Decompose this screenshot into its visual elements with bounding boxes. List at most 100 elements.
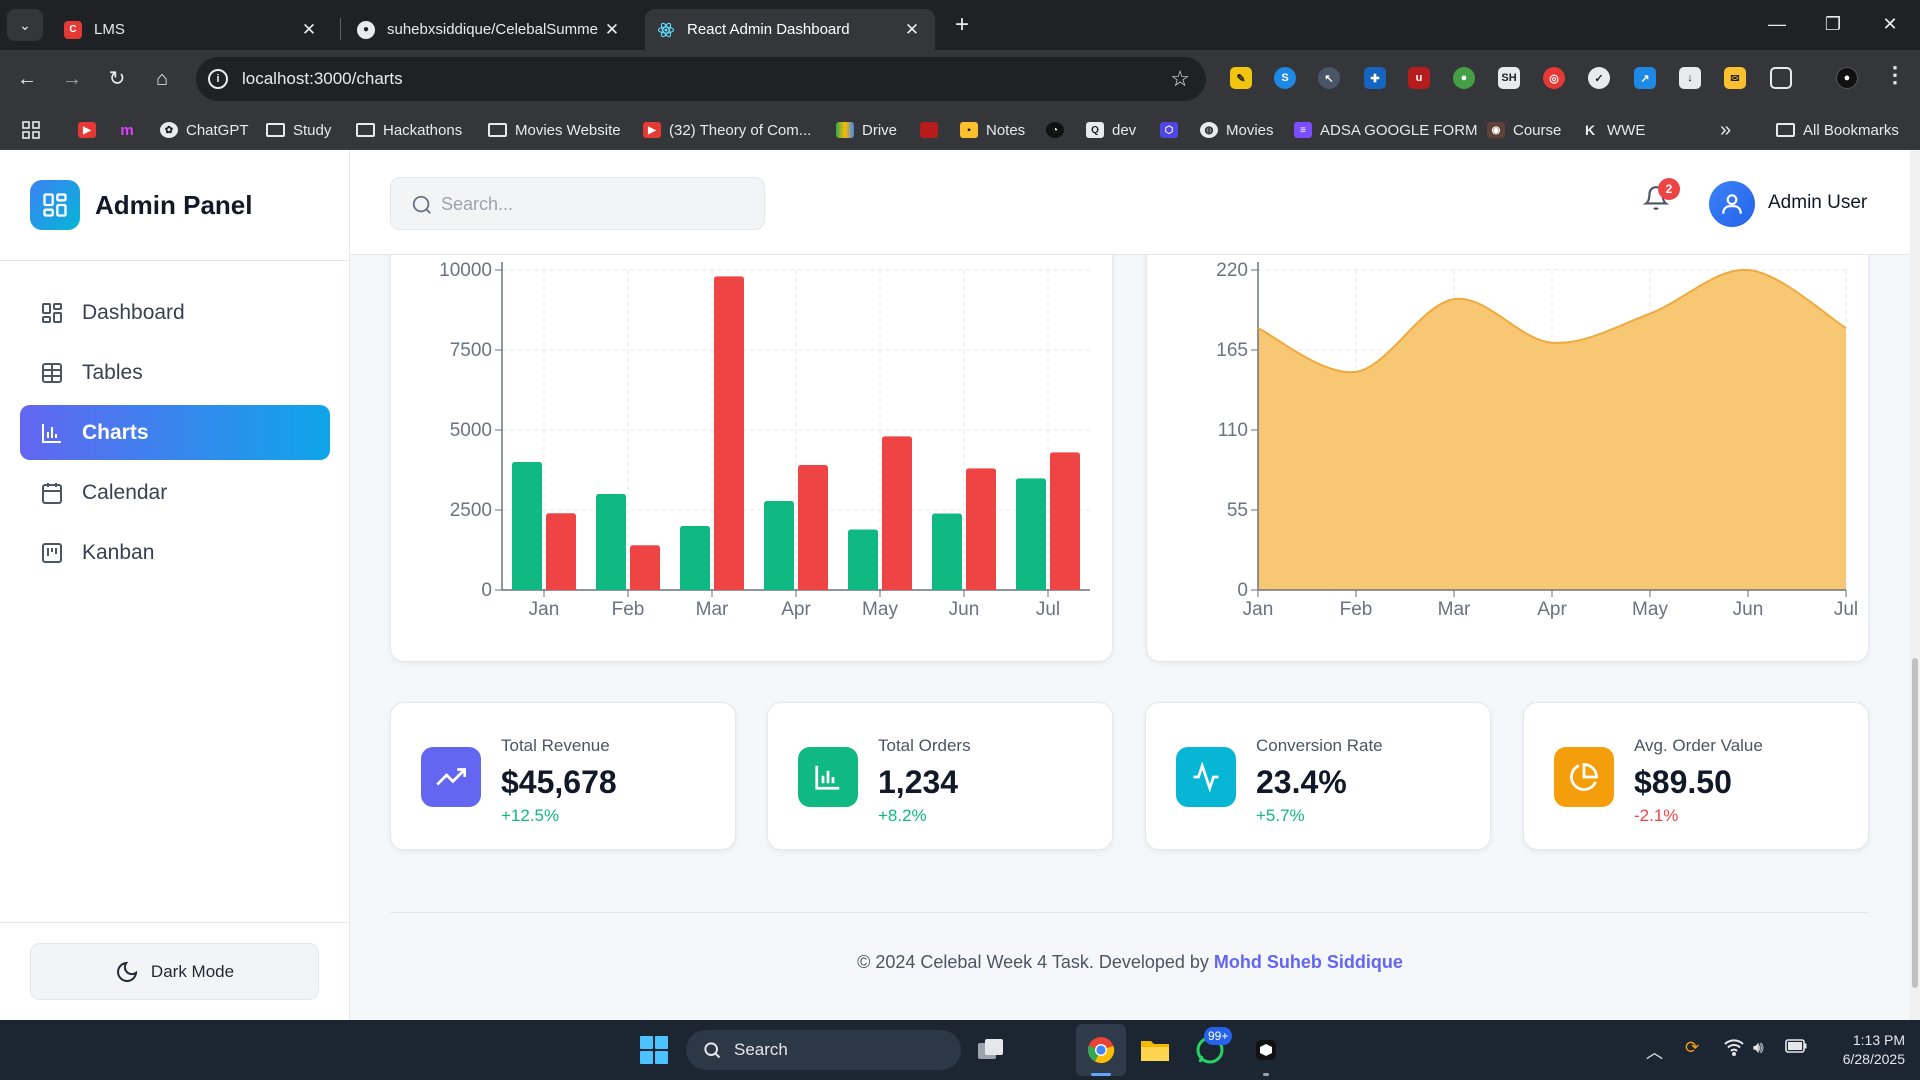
volume-icon[interactable]: 🔊︎ xyxy=(1753,1038,1764,1058)
search-box[interactable] xyxy=(390,177,765,230)
bookmark-hackathons[interactable]: Hackathons xyxy=(356,119,462,141)
m-icon: m xyxy=(120,121,134,139)
bookmark-theory[interactable]: ▶ (32) Theory of Com... xyxy=(643,119,811,141)
browser-tab-github[interactable]: ● suhebxsiddique/CelebalSumme ✕ xyxy=(345,9,635,50)
file-explorer-icon[interactable] xyxy=(1137,1032,1173,1068)
close-tab-icon[interactable]: ✕ xyxy=(601,20,623,40)
bookmark-star-icon[interactable]: ☆ xyxy=(1170,66,1190,92)
bookmark-study[interactable]: Study xyxy=(266,119,331,141)
bookmark-m[interactable]: m xyxy=(118,119,144,141)
folder-icon xyxy=(266,123,285,137)
windows-start-icon[interactable] xyxy=(640,1036,668,1064)
stat-change: +5.7% xyxy=(1256,806,1305,825)
extension-icon[interactable]: ✓ xyxy=(1588,67,1610,89)
sidebar-item-kanban[interactable]: Kanban xyxy=(20,525,330,580)
bookmark-label: (32) Theory of Com... xyxy=(669,121,812,139)
taskbar-clock[interactable]: 1:13 PM 6/28/2025 xyxy=(1805,1031,1905,1069)
ublock-icon[interactable]: u xyxy=(1408,67,1430,89)
extension-icon[interactable]: ↖ xyxy=(1318,67,1340,89)
x-tick-label: May xyxy=(1632,599,1668,620)
download-icon[interactable]: ↓ xyxy=(1679,67,1701,89)
bookmark-chatgpt[interactable]: ✿ ChatGPT xyxy=(160,119,249,141)
bookmark-drive[interactable]: Drive xyxy=(836,119,897,141)
bookmark-wwe[interactable]: K WWE xyxy=(1581,119,1645,141)
y-tick-label: 0 xyxy=(481,580,492,601)
home-icon[interactable]: ⌂ xyxy=(147,64,177,94)
bookmark-hex[interactable]: ⬡ xyxy=(1160,119,1186,141)
extension-icon[interactable]: ✉ xyxy=(1724,67,1746,89)
extension-icon[interactable]: ◎ xyxy=(1543,67,1565,89)
bookmark-youtube[interactable]: ▶ xyxy=(78,119,104,141)
bookmark-adsa-form[interactable]: ≡ ADSA GOOGLE FORM xyxy=(1294,119,1478,141)
search-icon xyxy=(704,1042,721,1059)
app-cube-icon[interactable] xyxy=(1248,1032,1284,1068)
stat-label: Total Orders xyxy=(878,736,971,755)
bookmark-notes[interactable]: ▪ Notes xyxy=(960,119,1025,141)
footer-author-link[interactable]: Mohd Suheb Siddique xyxy=(1214,952,1403,972)
dark-mode-label: Dark Mode xyxy=(150,961,235,981)
extension-icon[interactable]: ✚ xyxy=(1364,67,1386,89)
bar-series-2 xyxy=(546,513,576,590)
user-avatar[interactable] xyxy=(1709,181,1755,227)
forward-icon[interactable]: → xyxy=(57,64,87,94)
bookmark-course[interactable]: ◉ Course xyxy=(1487,119,1561,141)
dark-mode-button[interactable]: Dark Mode xyxy=(30,943,319,1000)
bookmark-red[interactable] xyxy=(920,119,946,141)
extension-icon[interactable]: ● xyxy=(1453,67,1475,89)
sidebar-item-tables[interactable]: Tables xyxy=(20,345,330,400)
sidebar-item-charts[interactable]: Charts xyxy=(20,405,330,460)
bookmarks-overflow-icon[interactable]: » xyxy=(1720,119,1731,141)
restore-icon[interactable]: ❐ xyxy=(1813,8,1853,40)
extension-icon[interactable]: S xyxy=(1274,67,1296,89)
sidebar-item-calendar[interactable]: Calendar xyxy=(20,465,330,520)
extension-icon[interactable]: ✎ xyxy=(1230,67,1252,89)
profile-avatar[interactable]: ● xyxy=(1836,67,1858,89)
stat-value: $89.50 xyxy=(1634,764,1732,800)
apps-grid-icon[interactable] xyxy=(22,119,40,141)
bar-chart: 0 2500 5000 7500 10000 Jan Feb Mar Apr May Jun Jul xyxy=(439,260,1090,620)
close-window-icon[interactable]: ✕ xyxy=(1870,8,1910,40)
minimize-icon[interactable]: — xyxy=(1757,8,1797,40)
extension-icon[interactable]: ↗ xyxy=(1634,67,1656,89)
extension-icon[interactable]: SH xyxy=(1498,67,1520,89)
chrome-icon[interactable] xyxy=(1083,1032,1119,1068)
x-tick-label: May xyxy=(862,599,898,620)
new-tab-button[interactable]: + xyxy=(948,11,976,39)
stat-card-total-revenue: Total Revenue $45,678 +12.5% xyxy=(390,702,736,850)
page-scrollbar[interactable] xyxy=(1910,150,1920,1020)
bookmark-movies[interactable]: ◍ Movies xyxy=(1200,119,1274,141)
react-icon xyxy=(657,21,675,39)
browser-tab-lms[interactable]: C LMS ✕ xyxy=(52,9,332,50)
taskbar-search[interactable]: Search xyxy=(686,1030,961,1070)
url-text[interactable]: localhost:3000/charts xyxy=(242,69,403,89)
all-bookmarks[interactable]: All Bookmarks xyxy=(1776,119,1899,141)
puzzle-extensions-icon[interactable] xyxy=(1770,67,1792,89)
reload-icon[interactable]: ↻ xyxy=(102,64,132,94)
more-menu-icon[interactable]: ⋮ xyxy=(1884,62,1906,88)
bookmark-speed[interactable]: ◔ xyxy=(1046,119,1072,141)
browser-tab-react-admin[interactable]: React Admin Dashboard ✕ xyxy=(645,9,935,50)
youtube-icon: ▶ xyxy=(78,122,96,138)
address-bar[interactable]: i localhost:3000/charts ☆ xyxy=(196,57,1206,101)
close-tab-icon[interactable]: ✕ xyxy=(901,20,923,40)
battery-icon[interactable] xyxy=(1785,1038,1807,1058)
site-info-icon[interactable]: i xyxy=(208,69,228,89)
wifi-icon[interactable] xyxy=(1724,1038,1744,1061)
task-view-icon[interactable] xyxy=(973,1032,1009,1068)
sidebar-nav: Dashboard Tables Charts Calendar Kanban xyxy=(20,285,330,585)
close-tab-icon[interactable]: ✕ xyxy=(298,20,320,40)
sidebar-item-dashboard[interactable]: Dashboard xyxy=(20,285,330,340)
bookmark-movies-website[interactable]: Movies Website xyxy=(488,119,621,141)
scrollbar-thumb[interactable] xyxy=(1912,658,1918,988)
tab-search-button[interactable]: ⌄ xyxy=(7,9,43,41)
bookmark-dev[interactable]: Qdev xyxy=(1086,119,1136,141)
bookmark-label: dev xyxy=(1112,121,1137,139)
user-name[interactable]: Admin User xyxy=(1768,192,1867,214)
tab-title: React Admin Dashboard xyxy=(687,21,850,38)
area-chart-card: 0 55 110 165 220 Jan Feb Mar Apr May Jun Jul xyxy=(1146,255,1869,662)
search-input[interactable] xyxy=(441,190,741,218)
sync-icon[interactable]: ⟳ xyxy=(1685,1038,1699,1058)
speed-icon: ◔ xyxy=(1046,122,1064,138)
back-icon[interactable]: ← xyxy=(12,64,42,94)
tray-overflow-icon[interactable]: ︿ xyxy=(1646,1038,1663,1063)
